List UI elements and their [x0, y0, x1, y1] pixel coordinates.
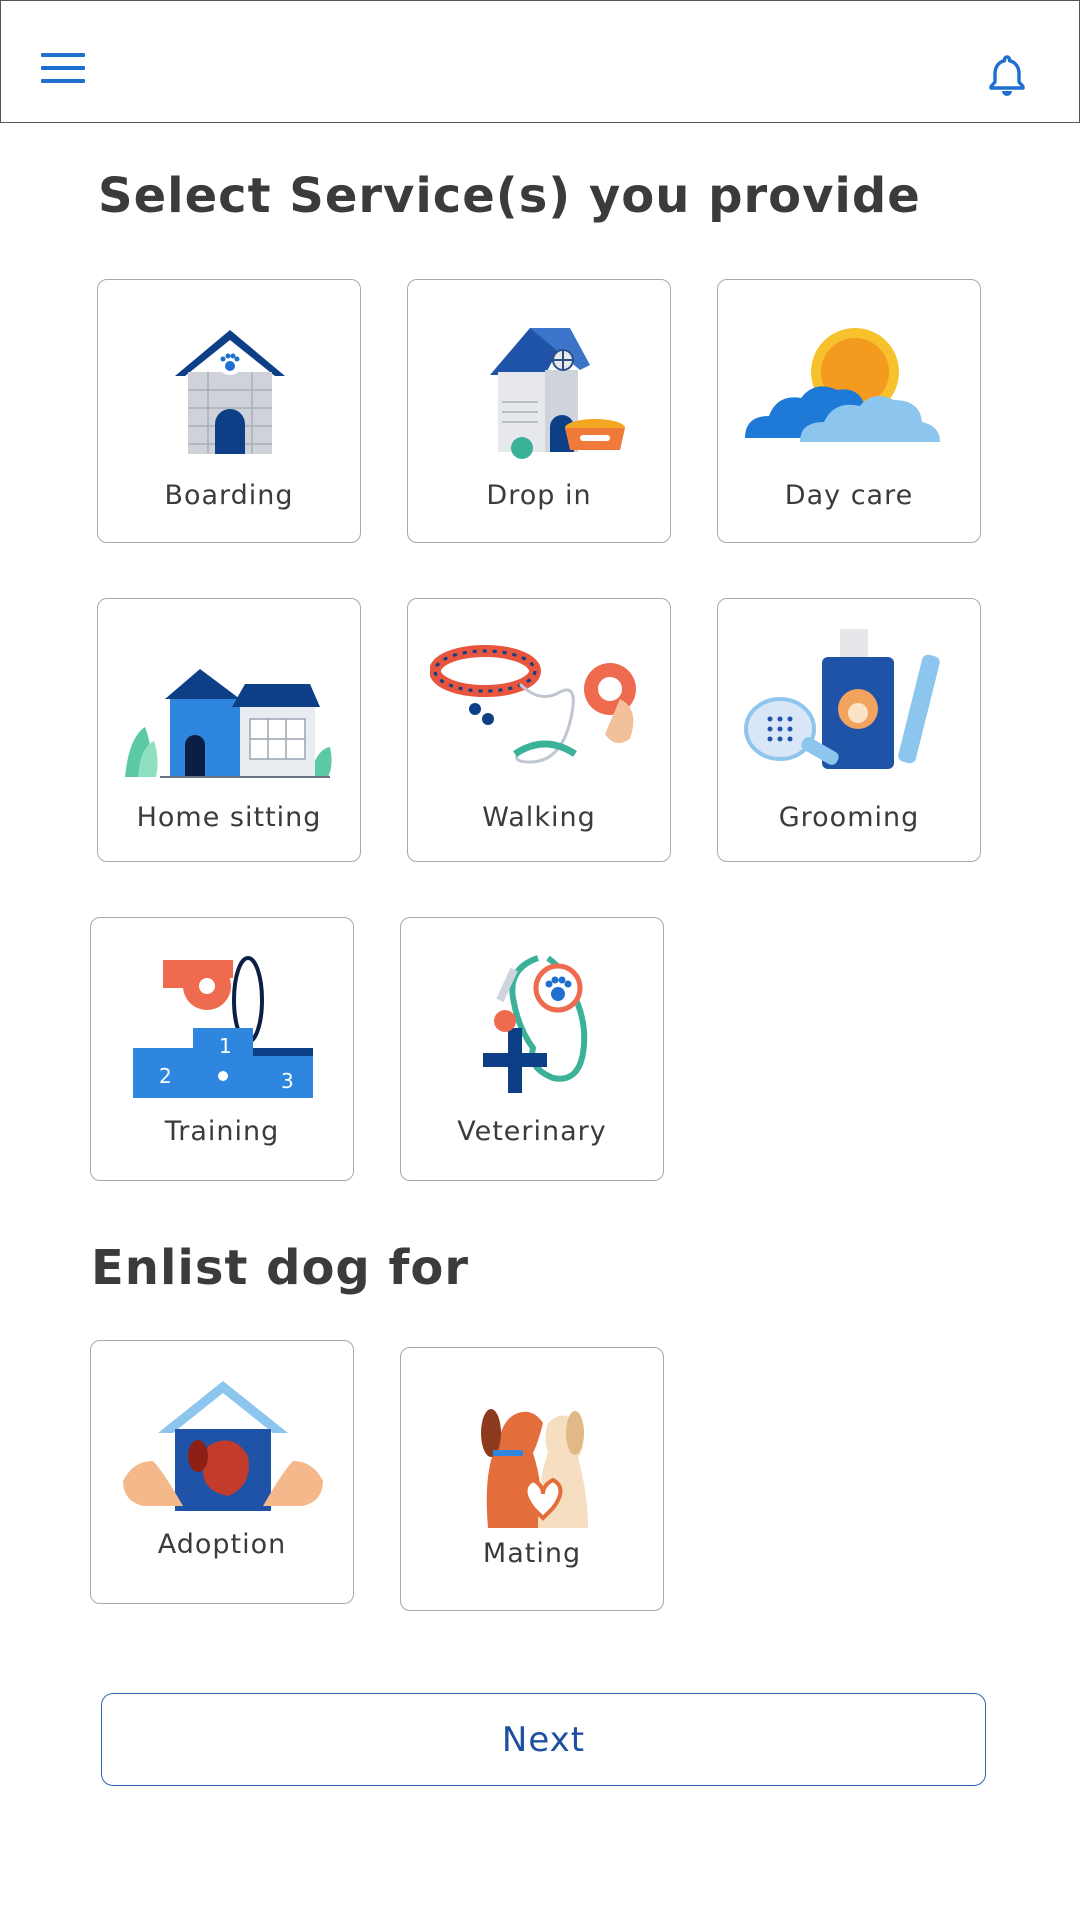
whistle-podium-icon: 2 1 3 [113, 948, 333, 1098]
service-card-home-sitting[interactable]: Home sitting [97, 598, 361, 862]
hamburger-menu-icon[interactable] [39, 53, 89, 93]
enlist-heading: Enlist dog for [91, 1240, 470, 1296]
service-card-training[interactable]: 2 1 3 Training [90, 917, 354, 1181]
svg-text:3: 3 [281, 1069, 294, 1093]
collar-leash-icon [429, 629, 650, 779]
service-card-day-care[interactable]: Day care [717, 279, 981, 543]
stethoscope-syringe-icon [423, 948, 643, 1098]
enlist-card-adoption[interactable]: Adoption [90, 1340, 354, 1604]
dog-house-hands-icon [113, 1371, 333, 1521]
service-label-home-sitting: Home sitting [136, 802, 322, 833]
enlist-label-adoption: Adoption [157, 1529, 287, 1560]
service-label-training: Training [164, 1116, 280, 1147]
svg-text:1: 1 [219, 1034, 232, 1058]
service-label-walking: Walking [482, 802, 596, 833]
service-card-drop-in[interactable]: Drop in [407, 279, 671, 543]
service-card-veterinary[interactable]: Veterinary [400, 917, 664, 1181]
service-label-grooming: Grooming [778, 802, 920, 833]
enlist-card-mating[interactable]: Mating [400, 1347, 664, 1611]
top-app-bar [0, 0, 1080, 123]
two-dogs-heart-icon [423, 1378, 643, 1528]
next-button[interactable]: Next [101, 1693, 986, 1786]
svg-text:2: 2 [159, 1064, 172, 1088]
service-label-drop-in: Drop in [486, 480, 592, 511]
service-label-veterinary: Veterinary [457, 1116, 607, 1147]
services-heading: Select Service(s) you provide [98, 168, 921, 224]
shampoo-brush-comb-icon [740, 629, 960, 779]
service-card-grooming[interactable]: Grooming [717, 598, 981, 862]
bell-icon[interactable] [987, 53, 1027, 97]
house-plants-icon [120, 629, 340, 779]
service-label-day-care: Day care [784, 480, 914, 511]
dog-house-food-bowl-icon [430, 310, 650, 460]
dog-house-paw-icon [120, 310, 340, 460]
service-card-walking[interactable]: Walking [407, 598, 671, 862]
service-card-boarding[interactable]: Boarding [97, 279, 361, 543]
service-label-boarding: Boarding [164, 480, 294, 511]
sun-clouds-icon [740, 310, 960, 460]
enlist-label-mating: Mating [482, 1538, 582, 1569]
